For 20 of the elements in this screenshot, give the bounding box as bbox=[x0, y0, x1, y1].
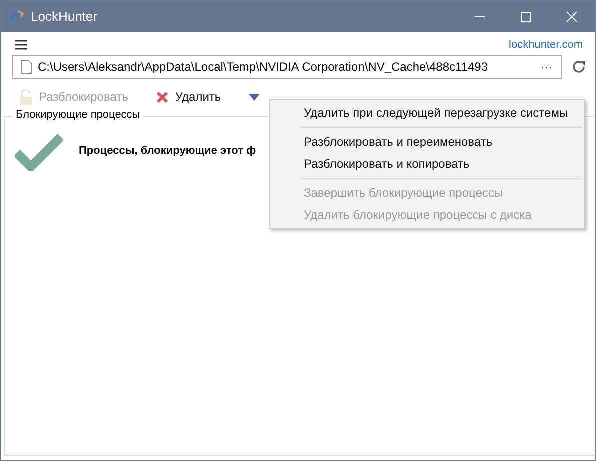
maximize-icon bbox=[520, 10, 532, 22]
menu-item[interactable]: Разблокировать и копировать bbox=[270, 153, 584, 175]
window-title: LockHunter bbox=[31, 9, 98, 24]
refresh-icon[interactable] bbox=[571, 59, 587, 75]
toolbar-button[interactable] bbox=[249, 94, 260, 100]
caret-icon bbox=[249, 94, 260, 100]
group-title: Блокирующие процессы bbox=[13, 109, 144, 121]
menu-item[interactable]: Удалить при следующей перезагрузке системы bbox=[270, 102, 584, 124]
menu-item[interactable]: Разблокировать и переименовать bbox=[270, 131, 584, 153]
checkmark-icon bbox=[15, 131, 63, 171]
file-icon bbox=[21, 60, 32, 74]
toolbar-button[interactable]: Удалить bbox=[156, 90, 222, 104]
path-field[interactable]: C:\Users\Aleksandr\AppData\Local\Temp\NVIDIA Corporation\NV_Cache\488c11493 ··· bbox=[12, 55, 562, 79]
menu-icon[interactable] bbox=[15, 40, 27, 50]
browse-button[interactable]: ··· bbox=[537, 60, 557, 74]
website-link[interactable]: lockhunter.com bbox=[509, 39, 583, 51]
delete-icon bbox=[156, 90, 170, 104]
close-icon bbox=[566, 10, 578, 22]
lock-icon bbox=[19, 90, 33, 104]
status-message: Процессы, блокирующие этот ф bbox=[79, 145, 256, 157]
